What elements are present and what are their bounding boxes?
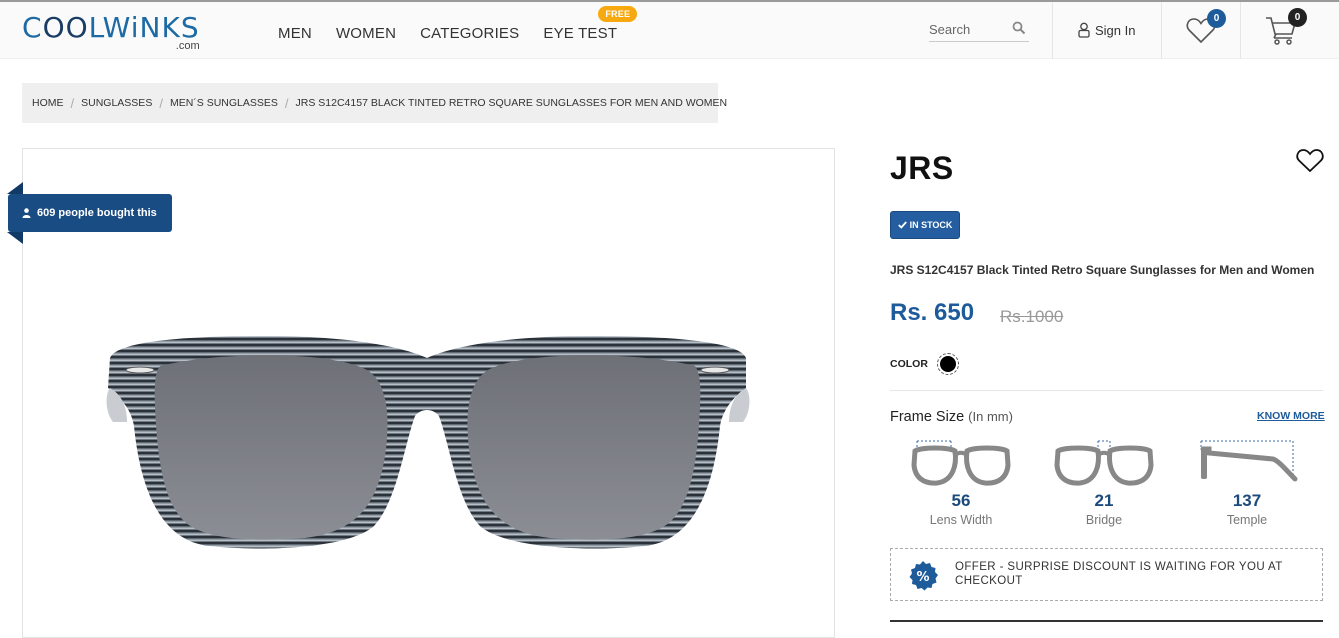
product-price: Rs. 650 (890, 299, 975, 326)
breadcrumb-sunglasses[interactable]: SUNGLASSES (81, 97, 152, 109)
discount-icon: % (909, 561, 938, 591)
breadcrumb-home[interactable]: HOME (32, 97, 64, 109)
header-divider (1052, 2, 1053, 59)
lens-width-measure: 56 Lens Width (901, 437, 1021, 527)
lens-width-icon (911, 440, 1011, 486)
header-divider (1161, 2, 1162, 59)
breadcrumb-mens-sunglasses[interactable]: MEN´S SUNGLASSES (170, 97, 278, 109)
lens-width-label: Lens Width (929, 513, 993, 527)
nav-women[interactable]: WOMEN (336, 25, 396, 42)
breadcrumb-separator: / (159, 95, 163, 111)
sign-in-link[interactable]: Sign In (1077, 22, 1135, 38)
breadcrumb: HOME / SUNGLASSES / MEN´S SUNGLASSES / J… (22, 83, 727, 123)
search-box (929, 18, 1029, 42)
offer-banner: % OFFER - SURPRISE DISCOUNT IS WAITING F… (890, 548, 1323, 601)
know-more-link[interactable]: KNOW MORE (1257, 410, 1325, 422)
svg-text:%: % (916, 570, 929, 585)
breadcrumb-separator: / (284, 95, 289, 111)
ribbon-fold (7, 182, 23, 194)
cart-count-badge: 0 (1288, 8, 1307, 27)
breadcrumb-current: JRS S12C4157 BLACK TINTED RETRO SQUARE S… (295, 97, 728, 109)
ribbon-fold (7, 232, 23, 244)
color-swatch-black[interactable] (937, 353, 959, 375)
coolwinks-logo[interactable]: COOLWiNKS .com (22, 14, 200, 52)
bridge-icon (1054, 440, 1154, 486)
temple-label: Temple (1226, 513, 1268, 527)
breadcrumb-separator: / (70, 95, 75, 111)
user-icon (1078, 22, 1090, 38)
product-brand: JRS (890, 150, 954, 186)
product-mrp: Rs.1000 (1000, 307, 1064, 326)
cart-button[interactable]: 0 (1264, 8, 1307, 46)
temple-icon (1200, 440, 1298, 482)
bridge-label: Bridge (1085, 513, 1123, 527)
wishlist-button[interactable]: 0 (1186, 9, 1226, 46)
product-image-sunglasses[interactable] (105, 326, 750, 556)
site-header: COOLWiNKS .com MEN WOMEN CATEGORIES EYE … (0, 2, 1339, 59)
wishlist-count-badge: 0 (1207, 9, 1226, 28)
frame-size-title: Frame Size (In mm) (890, 409, 1013, 425)
temple-measure: 137 Temple (1187, 437, 1307, 527)
in-stock-badge: IN STOCK (890, 211, 960, 239)
lens-width-value: 56 (951, 491, 971, 510)
product-name: JRS S12C4157 Black Tinted Retro Square S… (890, 263, 1315, 277)
bought-count-ribbon: 609 people bought this (8, 194, 172, 232)
bridge-value: 21 (1094, 491, 1114, 510)
free-badge: FREE (598, 6, 638, 22)
search-icon[interactable] (1012, 21, 1026, 35)
header-divider (1240, 2, 1241, 59)
main-nav: MEN WOMEN CATEGORIES EYE TEST FREE (278, 6, 641, 42)
user-icon (22, 208, 31, 218)
divider (890, 390, 1323, 391)
search-input[interactable] (929, 18, 1009, 40)
add-to-wishlist-heart-icon[interactable] (1296, 147, 1324, 173)
nav-categories[interactable]: CATEGORIES (420, 25, 519, 42)
nav-eye-test[interactable]: EYE TEST FREE (543, 6, 638, 42)
bridge-measure: 21 Bridge (1044, 437, 1164, 527)
offer-text: OFFER - SURPRISE DISCOUNT IS WAITING FOR… (955, 561, 1283, 587)
color-label: COLOR (890, 358, 928, 370)
divider (890, 620, 1323, 622)
check-icon (897, 221, 907, 229)
temple-value: 137 (1232, 491, 1262, 510)
nav-men[interactable]: MEN (278, 25, 312, 42)
